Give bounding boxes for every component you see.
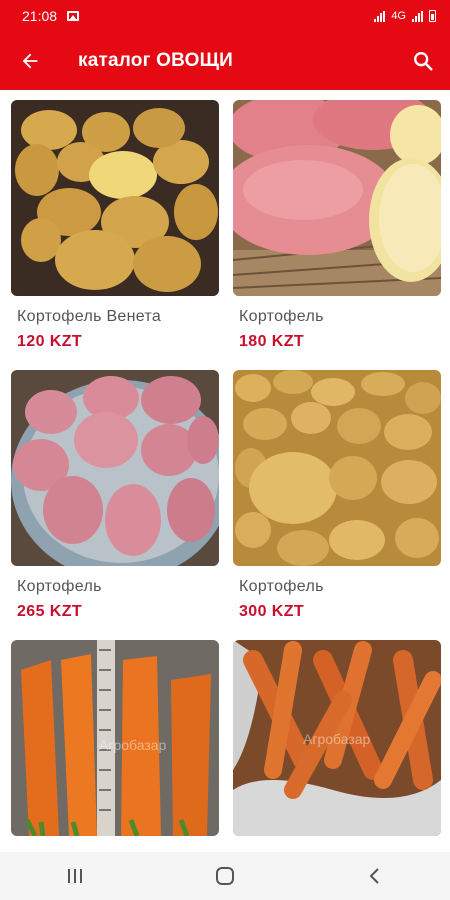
product-card[interactable]: Агробазар xyxy=(233,640,441,848)
product-image-carrots-in-sack: Агробазар xyxy=(233,640,441,836)
cell-signal-icon xyxy=(412,10,423,22)
product-price: 180 KZT xyxy=(239,333,305,350)
home-button[interactable] xyxy=(195,852,255,900)
product-name: Кортофель xyxy=(239,578,324,595)
product-image-yellow-potatoes-pile xyxy=(233,370,441,566)
recents-icon xyxy=(68,869,82,883)
nav-back-button[interactable] xyxy=(345,852,405,900)
product-image-carrots-with-ruler: Агробазар xyxy=(11,640,219,836)
watermark-text: Агробазар xyxy=(99,737,167,753)
product-image-red-potatoes-cut xyxy=(233,100,441,296)
product-name: Кортофель Венета xyxy=(17,308,162,325)
system-nav-bar xyxy=(0,852,450,900)
product-image-potatoes-yellow-on-soil xyxy=(11,100,219,296)
status-time: 21:08 xyxy=(22,8,58,24)
product-card[interactable]: Кортофель 180 KZT xyxy=(233,100,441,351)
product-name: Кортофель xyxy=(17,578,102,595)
home-icon xyxy=(216,867,234,885)
gallery-notification-icon xyxy=(67,11,80,21)
network-type-label: 4G xyxy=(391,10,406,22)
battery-icon xyxy=(429,10,436,22)
product-name: Кортофель xyxy=(239,308,324,325)
search-icon xyxy=(414,52,433,71)
arrow-left-icon xyxy=(22,53,38,69)
product-image-pink-potatoes-in-basin xyxy=(11,370,219,566)
product-card[interactable]: Кортофель 300 KZT xyxy=(233,370,441,621)
product-price: 120 KZT xyxy=(17,333,83,350)
status-bar: 21:08 4G xyxy=(0,0,450,32)
app-bar: каталог ОВОЩИ xyxy=(0,32,450,90)
wifi-signal-icon xyxy=(374,10,386,22)
product-card[interactable]: Кортофель Венета 120 KZT xyxy=(11,100,219,351)
product-price: 265 KZT xyxy=(17,603,83,620)
page-title: каталог ОВОЩИ xyxy=(78,50,233,71)
product-grid: Кортофель Венета 120 KZT Кортофель 180 K… xyxy=(0,90,450,852)
recents-button[interactable] xyxy=(45,852,105,900)
search-button[interactable] xyxy=(396,32,450,90)
watermark-text: Агробазар xyxy=(303,731,371,747)
product-card[interactable]: Кортофель 265 KZT xyxy=(11,370,219,621)
product-price: 300 KZT xyxy=(239,603,305,620)
back-button[interactable] xyxy=(0,32,60,90)
chevron-left-icon xyxy=(369,868,379,884)
product-card[interactable]: Агробазар xyxy=(11,640,219,848)
